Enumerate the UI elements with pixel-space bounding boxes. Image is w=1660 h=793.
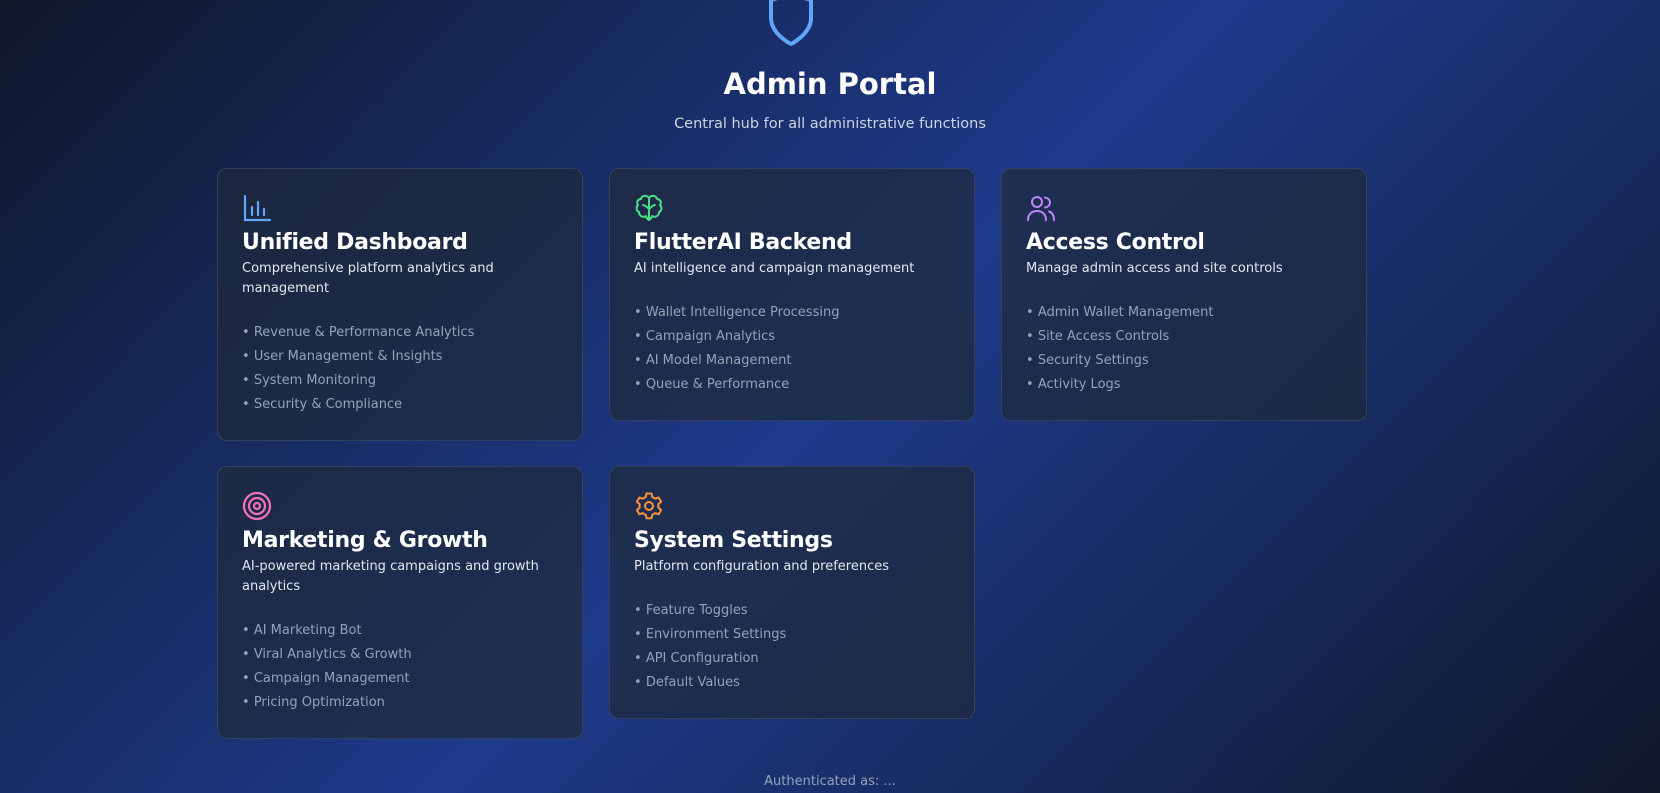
feature-list: Admin Wallet Management Site Access Cont…	[1026, 301, 1342, 397]
card-access-control[interactable]: Access Control Manage admin access and s…	[1001, 168, 1367, 421]
feature-item: Pricing Optimization	[242, 691, 558, 715]
feature-item: Wallet Intelligence Processing	[634, 301, 950, 325]
feature-list: Wallet Intelligence Processing Campaign …	[634, 301, 950, 397]
target-icon	[242, 491, 272, 521]
feature-list: Revenue & Performance Analytics User Man…	[242, 321, 558, 417]
feature-item: System Monitoring	[242, 369, 558, 393]
card-title: Unified Dashboard	[242, 230, 468, 255]
feature-item: AI Marketing Bot	[242, 619, 558, 643]
feature-item: API Configuration	[634, 647, 950, 671]
shield-icon	[765, 0, 817, 48]
card-description: Platform configuration and preferences	[634, 559, 890, 574]
feature-item: Viral Analytics & Growth	[242, 643, 558, 667]
feature-item: User Management & Insights	[242, 345, 558, 369]
card-title: Access Control	[1026, 230, 1205, 255]
card-description: AI intelligence and campaign management	[634, 261, 915, 276]
gear-icon	[634, 491, 664, 521]
card-description: Comprehensive platform analytics and man…	[242, 261, 494, 296]
feature-item: Default Values	[634, 671, 950, 695]
feature-list: Feature Toggles Environment Settings API…	[634, 599, 950, 695]
users-icon	[1026, 193, 1056, 223]
card-description: Manage admin access and site controls	[1026, 261, 1283, 276]
feature-item: Security & Compliance	[242, 393, 558, 417]
feature-item: Security Settings	[1026, 349, 1342, 373]
card-unified-dashboard[interactable]: Unified Dashboard Comprehensive platform…	[217, 168, 583, 441]
feature-item: Environment Settings	[634, 623, 950, 647]
card-marketing-growth[interactable]: Marketing & Growth AI-powered marketing …	[217, 466, 583, 739]
card-title: FlutterAI Backend	[634, 230, 852, 255]
feature-item: AI Model Management	[634, 349, 950, 373]
brain-icon	[634, 193, 664, 223]
card-title: Marketing & Growth	[242, 528, 488, 553]
bar-chart-icon	[242, 193, 272, 223]
feature-item: Queue & Performance	[634, 373, 950, 397]
feature-list: AI Marketing Bot Viral Analytics & Growt…	[242, 619, 558, 715]
card-description: AI-powered marketing campaigns and growt…	[242, 559, 539, 594]
feature-item: Revenue & Performance Analytics	[242, 321, 558, 345]
card-flutterai-backend[interactable]: FlutterAI Backend AI intelligence and ca…	[609, 168, 975, 421]
feature-item: Campaign Analytics	[634, 325, 950, 349]
feature-item: Campaign Management	[242, 667, 558, 691]
auth-status: Authenticated as: ...	[764, 774, 896, 789]
feature-item: Feature Toggles	[634, 599, 950, 623]
feature-item: Admin Wallet Management	[1026, 301, 1342, 325]
feature-item: Site Access Controls	[1026, 325, 1342, 349]
page-subtitle: Central hub for all administrative funct…	[674, 116, 986, 132]
page-title: Admin Portal	[723, 67, 937, 101]
card-system-settings[interactable]: System Settings Platform configuration a…	[609, 466, 975, 719]
feature-item: Activity Logs	[1026, 373, 1342, 397]
card-title: System Settings	[634, 528, 833, 553]
